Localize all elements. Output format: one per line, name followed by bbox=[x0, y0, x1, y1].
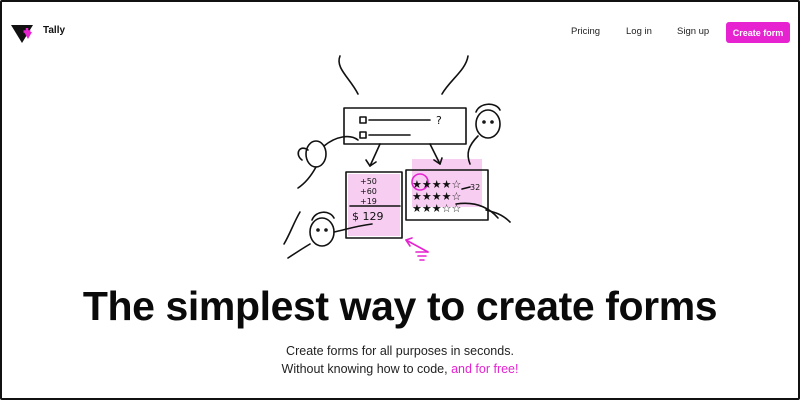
question-mark: ? bbox=[436, 114, 442, 127]
hero-subtitle-line-2: Without knowing how to code, and for fre… bbox=[0, 362, 800, 376]
hero-subtitle-highlight: and for free! bbox=[451, 362, 519, 376]
brand-name[interactable]: Tally bbox=[43, 25, 65, 36]
calc-total: $ 129 bbox=[352, 210, 384, 223]
star-row-3-icon: ★★★☆☆ bbox=[412, 202, 461, 215]
calc-line-1: +50 bbox=[360, 177, 377, 186]
hero-title: The simplest way to create forms bbox=[82, 283, 718, 329]
rating-number: 32 bbox=[470, 183, 480, 192]
create-form-button[interactable]: Create form bbox=[726, 22, 790, 43]
calc-line-2: +60 bbox=[360, 187, 377, 196]
form-sketch-illustration: ? +50 +60 +19 $ 129 ★★★★☆ ★★★★☆ ★★★☆☆ 32 bbox=[280, 54, 520, 268]
calc-line-3: +19 bbox=[360, 197, 377, 206]
nav-link-pricing[interactable]: Pricing bbox=[571, 26, 600, 37]
tally-logo-icon[interactable] bbox=[10, 22, 36, 44]
nav-link-signup[interactable]: Sign up bbox=[677, 26, 709, 37]
hero-subtitle-line-1: Create forms for all purposes in seconds… bbox=[286, 344, 514, 358]
hero-subtitle-text: Without knowing how to code, bbox=[281, 362, 448, 376]
nav-link-login[interactable]: Log in bbox=[626, 26, 652, 37]
